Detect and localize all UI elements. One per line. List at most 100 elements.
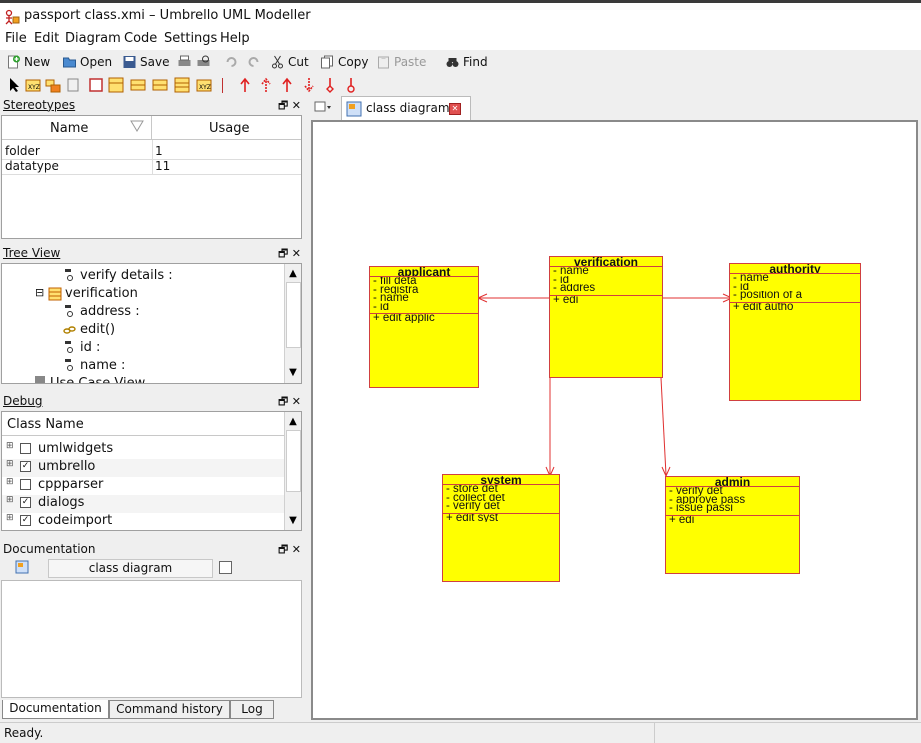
debug-row[interactable]: ⊞ cppparser	[2, 477, 301, 495]
debug-checkbox-checked[interactable]: ✓	[20, 515, 31, 526]
close-tab-icon[interactable]: ✕	[449, 103, 461, 115]
realization-tool-icon[interactable]	[258, 77, 274, 93]
debug-class-name-header[interactable]: Class Name	[2, 412, 285, 436]
dependency-tool-icon[interactable]	[301, 77, 317, 93]
tree-item[interactable]: Use Case View	[2, 376, 301, 383]
class-verification[interactable]: verification - name - id - addres + edi	[549, 256, 663, 378]
tree-item[interactable]: edit()	[2, 322, 301, 340]
treeview-scrollbar[interactable]: ▲ ▼	[284, 264, 301, 383]
redo-button[interactable]	[246, 53, 264, 71]
stereotypes-title: Stereotypes	[3, 98, 76, 112]
documentation-checkbox[interactable]	[219, 561, 232, 574]
expand-toggle-icon[interactable]: ⊞	[6, 459, 14, 469]
tab-log[interactable]: Log	[230, 700, 274, 719]
stereotypes-name-header[interactable]: Name	[2, 116, 152, 140]
collapse-toggle-icon[interactable]: ⊟	[35, 286, 44, 299]
select-arrow-icon[interactable]	[6, 77, 22, 93]
debug-row[interactable]: ⊞ ✓ umbrello	[2, 459, 301, 477]
save-disk-icon	[123, 56, 136, 68]
status-bar: Ready.	[0, 722, 921, 743]
svg-text:XYZ: XYZ	[28, 84, 40, 91]
menu-help[interactable]: Help	[220, 31, 250, 46]
tree-item[interactable]: verify details :	[2, 268, 301, 286]
class-system[interactable]: system - store det - collect det - verif…	[442, 474, 560, 582]
tab-documentation[interactable]: Documentation	[2, 700, 109, 719]
dock-float-close-icon[interactable]: 🗗 ✕	[278, 393, 301, 412]
menu-settings[interactable]: Settings	[164, 31, 217, 46]
debug-scrollbar[interactable]: ▲ ▼	[284, 412, 301, 530]
composition-tool-icon[interactable]	[343, 77, 359, 93]
expand-toggle-icon[interactable]: ⊞	[6, 513, 14, 523]
scroll-down-icon[interactable]: ▼	[285, 365, 301, 381]
enum-tool-icon[interactable]	[152, 77, 168, 93]
tab-class-diagram[interactable]: class diagram ✕	[341, 96, 471, 120]
save-button[interactable]: Save	[122, 53, 169, 71]
diagram-canvas[interactable]: applicant - fill deta - registra - name …	[311, 120, 918, 720]
expand-toggle-icon[interactable]: ⊞	[6, 495, 14, 505]
cut-button[interactable]: Cut	[270, 53, 309, 71]
debug-checkbox-checked[interactable]: ✓	[20, 497, 31, 508]
open-button[interactable]: Open	[62, 53, 112, 71]
aggregation-tool-icon[interactable]	[322, 77, 338, 93]
debug-dock-header: Debug 🗗 ✕	[0, 393, 305, 410]
tree-item[interactable]: name :	[2, 358, 301, 376]
menu-file[interactable]: File	[5, 31, 27, 46]
scroll-up-icon[interactable]: ▲	[285, 414, 301, 430]
dock-float-close-icon[interactable]: 🗗 ✕	[278, 245, 301, 264]
tab-command-history[interactable]: Command history	[109, 700, 230, 719]
new-tab-icon[interactable]	[314, 100, 332, 114]
debug-checkbox[interactable]	[20, 479, 31, 490]
scroll-up-icon[interactable]: ▲	[285, 266, 301, 282]
debug-checkbox[interactable]	[20, 443, 31, 454]
menu-diagram[interactable]: Diagram	[65, 31, 121, 46]
menu-edit[interactable]: Edit	[34, 31, 59, 46]
interface-tool-icon[interactable]	[108, 77, 124, 93]
scroll-down-icon[interactable]: ▼	[285, 513, 301, 529]
debug-row[interactable]: ⊞ umlwidgets	[2, 441, 301, 459]
class-operations: + edi	[553, 295, 579, 305]
debug-row[interactable]: ⊞ ✓ dialogs	[2, 495, 301, 513]
component-tool-icon[interactable]	[65, 77, 81, 93]
expand-toggle-icon[interactable]: ⊞	[6, 441, 14, 451]
association-line[interactable]	[660, 377, 667, 476]
box-tool-icon[interactable]	[88, 77, 104, 93]
scissors-icon	[272, 55, 283, 69]
entity-tool-icon[interactable]	[174, 77, 190, 93]
documentation-diagram-name[interactable]: class diagram	[48, 559, 213, 578]
print-preview-button[interactable]	[196, 53, 214, 71]
generalization-tool-icon[interactable]	[237, 77, 253, 93]
window-title: passport class.xmi – Umbrello UML Modell…	[24, 8, 311, 23]
new-button[interactable]: New	[6, 53, 50, 71]
stereotypes-usage-header[interactable]: Usage	[152, 116, 301, 140]
debug-row[interactable]: ⊞ ✓ codeimport	[2, 513, 301, 530]
scroll-thumb[interactable]	[286, 282, 301, 348]
class-diagram-icon	[15, 560, 29, 574]
print-button[interactable]	[177, 53, 195, 71]
documentation-textarea[interactable]	[1, 580, 302, 698]
object-tool-icon[interactable]: XYZ	[196, 77, 212, 93]
association-tool-icon[interactable]	[279, 77, 295, 93]
menu-code[interactable]: Code	[124, 31, 157, 46]
datatype-tool-icon[interactable]	[130, 77, 146, 93]
tree-item[interactable]: ⊟ verification	[2, 286, 301, 304]
attribute-icon	[65, 359, 73, 371]
paste-button[interactable]: Paste	[376, 53, 426, 71]
tree-item[interactable]: id :	[2, 340, 301, 358]
class-applicant[interactable]: applicant - fill deta - registra - name …	[369, 266, 479, 388]
debug-checkbox-checked[interactable]: ✓	[20, 461, 31, 472]
find-button[interactable]: Find	[445, 53, 488, 71]
scroll-thumb[interactable]	[286, 430, 301, 492]
dock-float-close-icon[interactable]: 🗗 ✕	[278, 97, 301, 116]
class-authority[interactable]: authority - name - id - position of a + …	[729, 263, 861, 401]
tree-item[interactable]: address :	[2, 304, 301, 322]
documentation-title: Documentation	[3, 542, 96, 556]
class-operations: + edi	[669, 515, 695, 525]
package-tool-icon[interactable]	[45, 77, 61, 93]
class-tool-icon[interactable]: XYZ	[25, 77, 41, 93]
class-admin[interactable]: admin - verify det - approve pass - issu…	[665, 476, 800, 574]
expand-toggle-icon[interactable]: ⊞	[6, 477, 14, 487]
new-file-icon	[8, 55, 20, 69]
undo-button[interactable]	[224, 53, 242, 71]
folder-icon	[35, 376, 45, 383]
copy-button[interactable]: Copy	[320, 53, 368, 71]
